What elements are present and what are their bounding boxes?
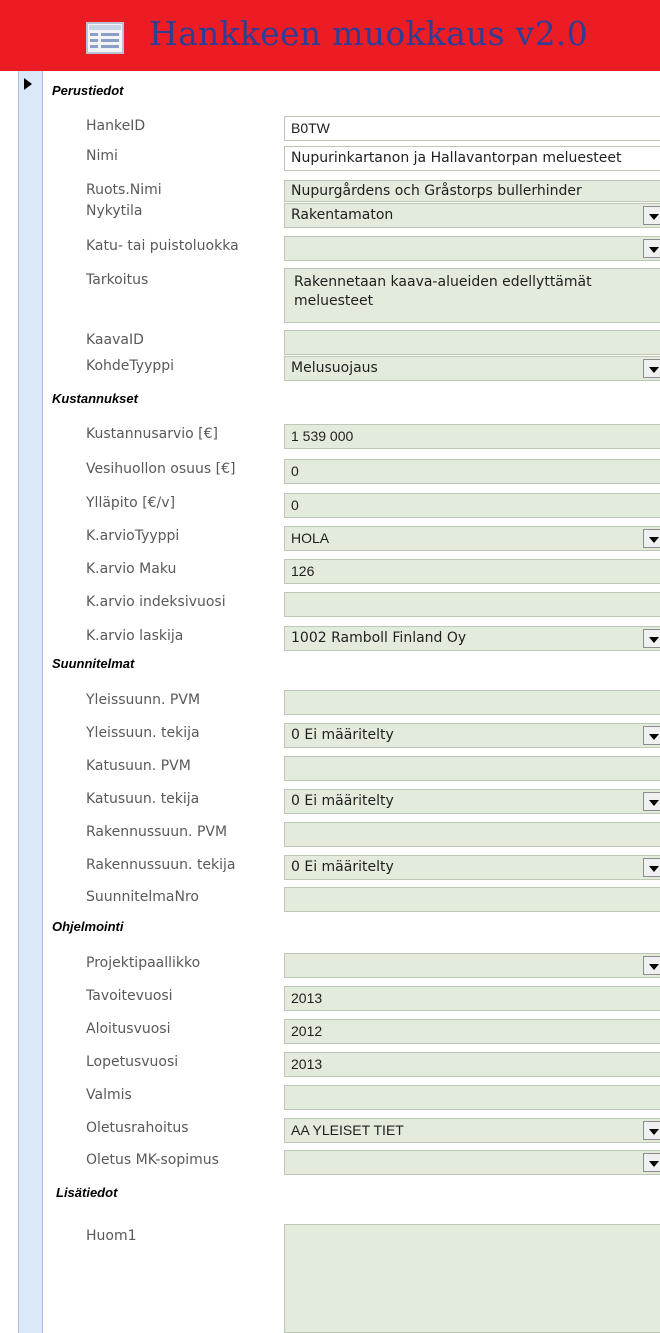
ruotsnimi-field[interactable]: Nupurgårdens och Gråstorps bullerhinder xyxy=(284,180,660,202)
lopetusvuosi-field[interactable]: 2013 xyxy=(284,1052,660,1077)
dropdown-arrow-icon[interactable] xyxy=(643,792,660,811)
rakpvm-field[interactable] xyxy=(284,822,660,847)
katupvm-field[interactable] xyxy=(284,756,660,781)
form-margin xyxy=(0,71,18,1333)
karviomaku-field[interactable]: 126 xyxy=(284,559,660,584)
nimi-field[interactable]: Nupurinkartanon ja Hallavantorpan melues… xyxy=(284,146,660,171)
huom1-field[interactable] xyxy=(284,1224,660,1333)
ruotsnimi-label: Ruots.Nimi xyxy=(86,182,162,198)
kustannusarvio-field[interactable]: 1 539 000 xyxy=(284,424,660,449)
oletusmk-label: Oletus MK-sopimus xyxy=(86,1152,219,1168)
record-selector[interactable] xyxy=(18,71,43,1333)
nykytila-label: Nykytila xyxy=(86,203,143,219)
dropdown-arrow-icon[interactable] xyxy=(643,726,660,745)
karviotyyppi-label: K.arvioTyyppi xyxy=(86,528,180,544)
valmis-field[interactable] xyxy=(284,1085,660,1110)
yleispvm-label: Yleissuunn. PVM xyxy=(86,692,201,708)
rakpvm-label: Rakennussuun. PVM xyxy=(86,824,228,840)
yleistekija-value: 0 Ei määritelty xyxy=(291,727,394,743)
karviomaku-label: K.arvio Maku xyxy=(86,561,177,577)
tavoitevuosi-label: Tavoitevuosi xyxy=(86,988,173,1004)
kohdetyyppi-select[interactable]: Melusuojaus xyxy=(284,356,660,381)
nykytila-value: Rakentamaton xyxy=(291,207,394,223)
katuluokka-label: Katu- tai puistoluokka xyxy=(86,238,239,254)
dropdown-arrow-icon[interactable] xyxy=(643,956,660,975)
lopetusvuosi-label: Lopetusvuosi xyxy=(86,1054,179,1070)
dropdown-arrow-icon[interactable] xyxy=(643,206,660,225)
yleistekija-select[interactable]: 0 Ei määritelty xyxy=(284,723,660,748)
kaavaid-field[interactable] xyxy=(284,330,660,355)
oletusmk-select[interactable] xyxy=(284,1150,660,1175)
tarkoitus-field[interactable]: Rakennetaan kaava-alueiden edellyttämät … xyxy=(284,268,660,323)
dropdown-arrow-icon[interactable] xyxy=(643,629,660,648)
katutekija-select[interactable]: 0 Ei määritelty xyxy=(284,789,660,814)
suunnitelmanro-field[interactable] xyxy=(284,887,660,912)
karviotyyppi-select[interactable]: HOLA xyxy=(284,526,660,551)
karviolaskija-value: 1002 Ramboll Finland Oy xyxy=(291,630,467,646)
katuluokka-select[interactable] xyxy=(284,236,660,261)
tarkoitus-label: Tarkoitus xyxy=(86,272,149,288)
katutekija-label: Katusuun. tekija xyxy=(86,791,200,807)
dropdown-arrow-icon[interactable] xyxy=(643,1121,660,1140)
kohdetyyppi-label: KohdeTyyppi xyxy=(86,358,175,374)
dropdown-arrow-icon[interactable] xyxy=(643,239,660,258)
dropdown-arrow-icon[interactable] xyxy=(643,1153,660,1172)
nimi-label: Nimi xyxy=(86,148,118,164)
karvioindeksi-field[interactable] xyxy=(284,592,660,617)
raktekija-select[interactable]: 0 Ei määritelty xyxy=(284,855,660,880)
kohdetyyppi-value: Melusuojaus xyxy=(291,360,378,376)
karviolaskija-label: K.arvio laskija xyxy=(86,628,184,644)
form-icon xyxy=(86,22,124,54)
oletusrahoitus-label: Oletusrahoitus xyxy=(86,1120,189,1136)
form-title: Hankkeen muokkaus v2.0 xyxy=(149,14,588,53)
form-header: Hankkeen muokkaus v2.0 xyxy=(0,0,660,71)
nykytila-select[interactable]: Rakentamaton xyxy=(284,203,660,228)
projektipaallikko-label: Projektipaallikko xyxy=(86,955,201,971)
yllapito-field[interactable]: 0 xyxy=(284,493,660,518)
section-perustiedot: Perustiedot xyxy=(52,83,124,98)
karvioindeksi-label: K.arvio indeksivuosi xyxy=(86,594,226,610)
kaavaid-label: KaavaID xyxy=(86,332,144,348)
section-suunnitelmat: Suunnitelmat xyxy=(52,656,135,671)
dropdown-arrow-icon[interactable] xyxy=(643,858,660,877)
oletusrahoitus-select[interactable]: AA YLEISET TIET xyxy=(284,1118,660,1143)
yleistekija-label: Yleissuun. tekija xyxy=(86,725,200,741)
raktekija-label: Rakennussuun. tekija xyxy=(86,857,236,873)
aloitusvuosi-field[interactable]: 2012 xyxy=(284,1019,660,1044)
yllapito-label: Ylläpito [€/v] xyxy=(86,495,176,511)
section-lisatiedot: Lisätiedot xyxy=(56,1185,118,1200)
dropdown-arrow-icon[interactable] xyxy=(643,529,660,548)
oletusrahoitus-value: AA YLEISET TIET xyxy=(291,1122,404,1138)
suunnitelmanro-label: SuunnitelmaNro xyxy=(86,889,199,905)
vesihuolto-label: Vesihuollon osuus [€] xyxy=(86,461,236,477)
huom1-label: Huom1 xyxy=(86,1228,137,1244)
valmis-label: Valmis xyxy=(86,1087,132,1103)
katutekija-value: 0 Ei määritelty xyxy=(291,793,394,809)
raktekija-value: 0 Ei määritelty xyxy=(291,859,394,875)
hankeid-label: HankeID xyxy=(86,118,146,134)
kustannusarvio-label: Kustannusarvio [€] xyxy=(86,426,218,442)
yleispvm-field[interactable] xyxy=(284,690,660,715)
aloitusvuosi-label: Aloitusvuosi xyxy=(86,1021,171,1037)
section-kustannukset: Kustannukset xyxy=(52,391,138,406)
karviotyyppi-value: HOLA xyxy=(291,530,330,546)
vesihuolto-field[interactable]: 0 xyxy=(284,459,660,484)
section-ohjelmointi: Ohjelmointi xyxy=(52,919,124,934)
current-record-arrow-icon xyxy=(24,78,32,90)
karviolaskija-select[interactable]: 1002 Ramboll Finland Oy xyxy=(284,626,660,651)
hankeid-field[interactable]: B0TW xyxy=(284,116,660,141)
katupvm-label: Katusuun. PVM xyxy=(86,758,191,774)
tavoitevuosi-field[interactable]: 2013 xyxy=(284,986,660,1011)
projektipaallikko-select[interactable] xyxy=(284,953,660,978)
dropdown-arrow-icon[interactable] xyxy=(643,359,660,378)
